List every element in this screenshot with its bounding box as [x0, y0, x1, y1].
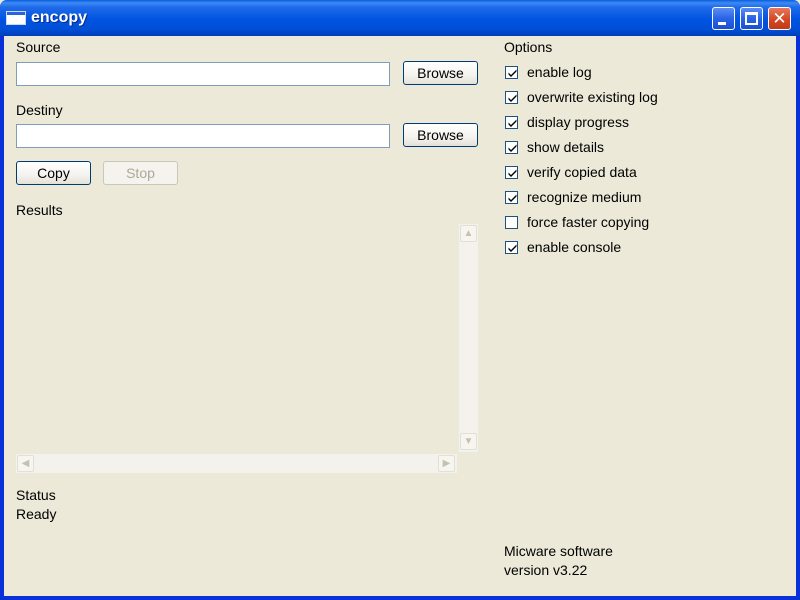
destiny-input[interactable] — [16, 124, 390, 148]
source-browse-button[interactable]: Browse — [403, 61, 478, 85]
title-bar[interactable]: encopy ✕ — [0, 0, 800, 36]
chevron-down-icon: ▼ — [463, 436, 474, 447]
option-checkbox[interactable] — [505, 216, 518, 229]
option-checkbox[interactable] — [505, 166, 518, 179]
scroll-left-button[interactable]: ◀ — [17, 455, 34, 472]
minimize-button[interactable] — [712, 7, 735, 30]
results-vertical-scrollbar[interactable]: ▲ ▼ — [459, 224, 478, 452]
close-button[interactable]: ✕ — [768, 7, 791, 30]
company-name: Micware software — [504, 543, 613, 559]
option-label: display progress — [527, 114, 629, 130]
destiny-browse-button[interactable]: Browse — [403, 123, 478, 147]
option-checkbox[interactable] — [505, 241, 518, 254]
source-input[interactable] — [16, 62, 390, 86]
option-checkbox[interactable] — [505, 191, 518, 204]
results-area[interactable] — [16, 224, 478, 474]
option-checkbox[interactable] — [505, 116, 518, 129]
status-label: Status — [16, 487, 56, 503]
checkmark-icon — [508, 194, 517, 202]
options-label: Options — [504, 39, 553, 55]
option-label: overwrite existing log — [527, 89, 658, 105]
scroll-right-button[interactable]: ▶ — [438, 455, 455, 472]
copy-button[interactable]: Copy — [16, 161, 91, 185]
checkmark-icon — [508, 119, 517, 127]
option-label: force faster copying — [527, 214, 650, 230]
minimize-icon — [718, 22, 726, 25]
option-label: verify copied data — [527, 164, 637, 180]
option-label: show details — [527, 139, 605, 155]
option-checkbox[interactable] — [505, 91, 518, 104]
maximize-button[interactable] — [740, 7, 763, 30]
option-label: enable console — [527, 239, 622, 255]
option-label: enable log — [527, 64, 592, 80]
scroll-up-button[interactable]: ▲ — [460, 225, 477, 242]
checkmark-icon — [508, 94, 517, 102]
chevron-right-icon: ▶ — [442, 458, 451, 469]
results-horizontal-scrollbar[interactable]: ◀ ▶ — [16, 454, 457, 473]
option-checkbox[interactable] — [505, 66, 518, 79]
option-label: recognize medium — [527, 189, 642, 205]
chevron-left-icon: ◀ — [21, 458, 30, 469]
scroll-down-button[interactable]: ▼ — [460, 433, 477, 450]
app-icon — [6, 11, 26, 25]
destiny-label: Destiny — [16, 102, 63, 118]
window-title: encopy — [31, 9, 88, 26]
app-window: encopy ✕ Source Browse Destiny Browse Co… — [0, 0, 800, 600]
checkmark-icon — [508, 144, 517, 152]
source-label: Source — [16, 39, 61, 55]
version-text: version v3.22 — [504, 562, 588, 578]
status-value: Ready — [16, 506, 57, 522]
client-area: Source Browse Destiny Browse Copy Stop R… — [4, 36, 796, 596]
option-checkbox[interactable] — [505, 141, 518, 154]
close-icon: ✕ — [772, 9, 787, 28]
results-label: Results — [16, 202, 63, 218]
checkmark-icon — [508, 69, 517, 77]
chevron-up-icon: ▲ — [463, 228, 474, 239]
maximize-icon — [745, 12, 758, 25]
checkmark-icon — [508, 169, 517, 177]
checkmark-icon — [508, 244, 517, 252]
stop-button[interactable]: Stop — [103, 161, 178, 185]
